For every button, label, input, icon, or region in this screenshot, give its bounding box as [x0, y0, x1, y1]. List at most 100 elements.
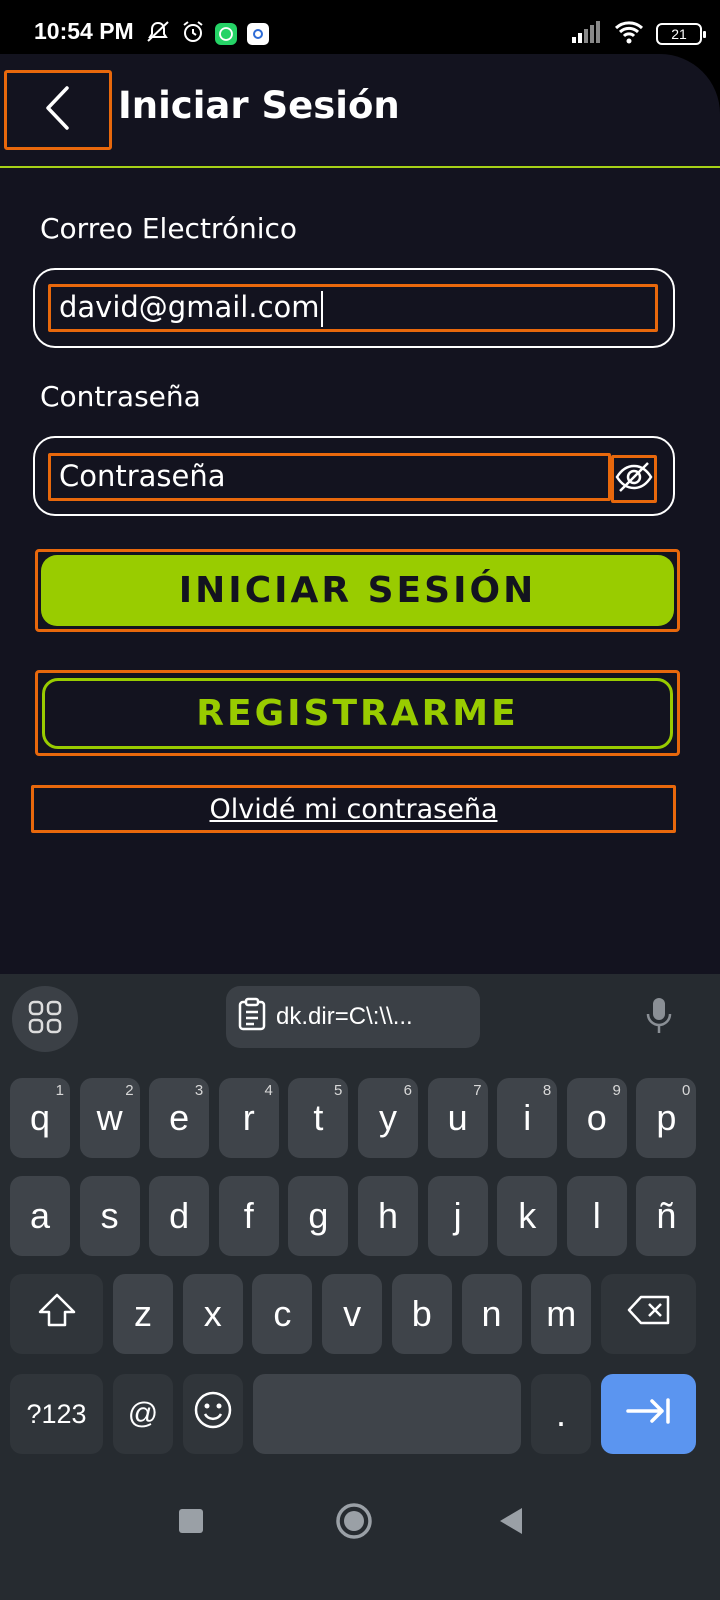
password-input[interactable]: Contraseña [48, 453, 611, 501]
next-key[interactable] [601, 1374, 696, 1454]
key-w[interactable]: w2 [79, 1078, 140, 1158]
key-label: b [411, 1293, 432, 1334]
status-icons-left [145, 20, 269, 48]
key-e[interactable]: e3 [149, 1078, 210, 1158]
key-label: w [96, 1097, 123, 1138]
key-u[interactable]: u7 [427, 1078, 488, 1158]
key-g[interactable]: g [288, 1176, 349, 1256]
key-label: o [586, 1097, 607, 1138]
key-i[interactable]: i8 [497, 1078, 558, 1158]
key-label: x [203, 1293, 222, 1334]
login-button[interactable]: INICIAR SESIÓN [35, 549, 680, 632]
key-y[interactable]: y6 [358, 1078, 418, 1158]
battery-icon: 21 [656, 23, 706, 45]
key-a[interactable]: a [10, 1176, 70, 1256]
key-label: i [523, 1097, 532, 1138]
mute-bell-icon [145, 20, 171, 48]
key-x[interactable]: x [182, 1274, 243, 1354]
backspace-icon [627, 1293, 671, 1335]
email-input[interactable]: david@gmail.com [48, 284, 658, 332]
key-label: t [313, 1097, 324, 1138]
password-label: Contraseña [40, 380, 201, 413]
keyboard-menu-button[interactable] [12, 986, 78, 1052]
key-label: y [379, 1097, 397, 1138]
key-hint: 3 [194, 1082, 204, 1099]
wifi-icon [614, 20, 644, 48]
period-key[interactable]: . [531, 1374, 591, 1454]
key-d[interactable]: d [149, 1176, 210, 1256]
clipboard-suggestion-chip[interactable]: dk.dir=C\:\\... [226, 986, 480, 1048]
key-label: d [169, 1195, 190, 1236]
whatsapp-icon [215, 23, 237, 45]
chevron-left-icon [43, 85, 73, 135]
clipboard-text: dk.dir=C\:\\... [276, 1003, 413, 1030]
key-ñ[interactable]: ñ [636, 1176, 697, 1256]
symbols-key[interactable]: ?123 [10, 1374, 103, 1454]
signal-icon [572, 21, 602, 47]
key-b[interactable]: b [391, 1274, 452, 1354]
key-hint: 6 [403, 1082, 412, 1099]
alarm-icon [181, 20, 205, 48]
smiley-icon [193, 1390, 233, 1439]
grid-icon [28, 1000, 62, 1038]
tab-next-icon [625, 1393, 672, 1435]
key-k[interactable]: k [497, 1176, 558, 1256]
key-f[interactable]: f [218, 1176, 279, 1256]
key-t[interactable]: t5 [288, 1078, 349, 1158]
status-icons-right: 21 [572, 20, 706, 48]
key-j[interactable]: j [427, 1176, 488, 1256]
key-l[interactable]: l [566, 1176, 627, 1256]
key-label: s [100, 1195, 119, 1236]
key-p[interactable]: p0 [636, 1078, 697, 1158]
key-label: q [29, 1097, 51, 1138]
key-label: ñ [656, 1195, 677, 1236]
key-label: j [453, 1195, 462, 1236]
key-m[interactable]: m [531, 1274, 592, 1354]
key-n[interactable]: n [461, 1274, 522, 1354]
key-label: m [546, 1293, 577, 1334]
key-hint: 4 [264, 1082, 273, 1099]
key-z[interactable]: z [113, 1274, 173, 1354]
key-label: r [242, 1097, 255, 1138]
at-key[interactable]: @ [113, 1374, 173, 1454]
register-button[interactable]: REGISTRARME [35, 670, 680, 756]
toggle-password-visibility-button[interactable] [611, 455, 657, 503]
key-q[interactable]: q1 [10, 1078, 70, 1158]
forgot-password-link[interactable]: Olvidé mi contraseña [31, 785, 676, 833]
back-button[interactable] [4, 70, 112, 150]
system-navigation-bar [0, 1470, 720, 1600]
key-label: f [243, 1195, 254, 1236]
microphone-button[interactable] [644, 996, 674, 1040]
microphone-icon [644, 998, 674, 1040]
forgot-password-label: Olvidé mi contraseña [209, 793, 498, 825]
register-button-label: REGISTRARME [42, 678, 673, 749]
key-hint: 2 [125, 1082, 134, 1099]
key-r[interactable]: r4 [218, 1078, 279, 1158]
shift-key[interactable] [10, 1274, 103, 1354]
key-label: h [377, 1195, 399, 1236]
key-label: g [308, 1195, 329, 1236]
key-h[interactable]: h [358, 1176, 418, 1256]
back-nav-button[interactable] [498, 1506, 524, 1540]
home-button[interactable] [335, 1502, 373, 1544]
email-label: Correo Electrónico [40, 212, 298, 245]
recents-button[interactable] [178, 1508, 204, 1538]
key-label: z [134, 1293, 152, 1334]
key-o[interactable]: o9 [566, 1078, 627, 1158]
email-value: david@gmail.com [59, 290, 320, 324]
key-label: c [273, 1293, 292, 1334]
shift-icon [37, 1292, 77, 1337]
key-label: a [29, 1195, 51, 1236]
key-s[interactable]: s [79, 1176, 140, 1256]
eye-off-icon [615, 460, 653, 498]
space-key[interactable] [253, 1374, 521, 1454]
key-c[interactable]: c [252, 1274, 313, 1354]
key-v[interactable]: v [322, 1274, 383, 1354]
key-label: k [518, 1195, 537, 1236]
status-time: 10:54 PM [34, 18, 134, 44]
page-title: Iniciar Sesión [118, 84, 400, 127]
key-hint: 9 [612, 1082, 621, 1099]
backspace-key[interactable] [601, 1274, 696, 1354]
emoji-key[interactable] [183, 1374, 243, 1454]
login-screen: Iniciar Sesión [0, 54, 720, 994]
